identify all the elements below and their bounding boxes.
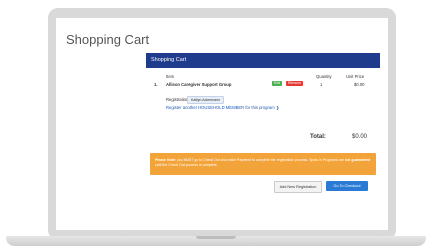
laptop-screen: Shopping Cart Shopping Cart Item Quantit… (56, 18, 388, 230)
registrant-chip[interactable]: Kaitlyn Ackermann (187, 95, 224, 104)
cart-body: Item Quantity Unit Price 1. Allison Care… (146, 68, 380, 225)
total-label: Total: (310, 134, 326, 140)
notice-text-part-1: you MUST go to Check Out and make Paymen… (176, 158, 346, 162)
remove-badge-button[interactable]: Remove (286, 81, 304, 86)
add-new-registration-button[interactable]: Add New Registration (274, 181, 322, 193)
registration-label: Registration: (166, 97, 190, 102)
item-quantity: 1 (320, 82, 323, 87)
column-header-quantity: Quantity (316, 74, 332, 79)
page-title: Shopping Cart (66, 32, 150, 47)
cart-actions: Add New Registration Go To Checkout (146, 181, 380, 195)
total-value: $0.00 (352, 134, 368, 140)
cart-header: Shopping Cart (146, 53, 380, 68)
go-to-checkout-button[interactable]: Go To Checkout (326, 181, 368, 191)
edit-badge-button[interactable]: Edit (272, 81, 283, 86)
notice-text-part-2: until the Check Out process is complete. (155, 163, 218, 167)
column-header-item: Item (166, 74, 175, 79)
notice-text: Please Note: you MUST go to Check Out an… (155, 158, 371, 168)
payment-notice: Please Note: you MUST go to Check Out an… (150, 153, 376, 175)
item-unit-price: $0.00 (354, 82, 365, 87)
row-number: 1. (154, 82, 158, 87)
shopping-cart-panel: Shopping Cart Item Quantity Unit Price 1… (146, 53, 380, 225)
notice-emphasis: not guaranteed (345, 158, 371, 162)
column-header-unit-price: Unit Price (346, 74, 365, 79)
item-name: Allison Caregiver Support Group (166, 82, 232, 87)
notice-prefix: Please Note: (155, 158, 177, 162)
register-another-link[interactable]: Register another HOUSEHOLD MEMBER for th… (166, 105, 279, 110)
laptop-notch (196, 236, 236, 239)
